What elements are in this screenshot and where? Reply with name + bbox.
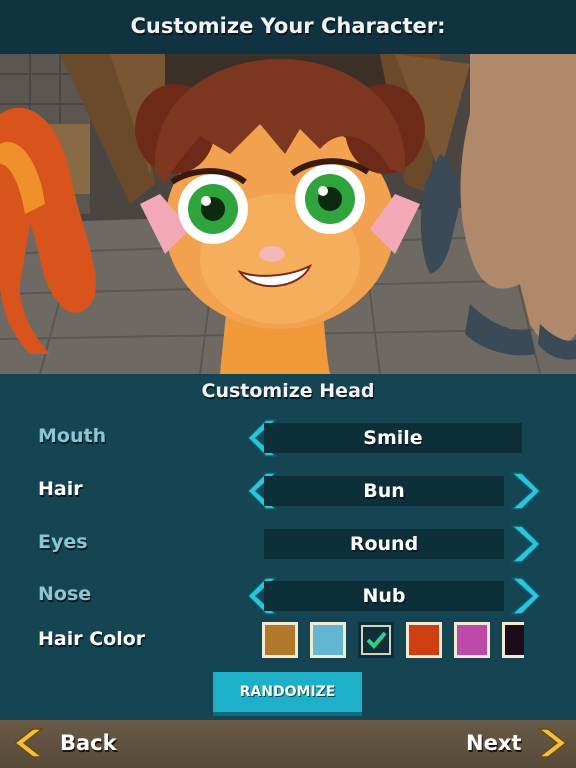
checkmark-icon [366, 631, 387, 649]
option-value-mouth: Smile [264, 423, 522, 453]
back-label: Back [60, 731, 117, 755]
hair-next-arrow-icon[interactable] [510, 471, 542, 511]
hair-color-swatch-magenta[interactable] [454, 622, 490, 658]
character-preview [0, 54, 576, 374]
section-title: Customize Head [201, 380, 375, 402]
option-label-nose: Nose [38, 583, 92, 605]
hair-color-swatch-orange[interactable] [406, 622, 442, 658]
option-label-eyes: Eyes [38, 531, 88, 553]
next-arrow-icon [537, 728, 568, 758]
hair-color-swatch-light-blue[interactable] [310, 622, 346, 658]
option-value-hair: Bun [264, 476, 504, 506]
title-bar: Customize Your Character: [0, 0, 576, 54]
randomize-button[interactable]: RANDOMIZE [213, 672, 362, 712]
hair-color-swatch-brown[interactable] [262, 622, 298, 658]
option-value-nose: Nub [264, 581, 504, 611]
next-button[interactable]: Next [466, 724, 569, 762]
hair-color-swatch-black[interactable] [502, 622, 524, 658]
back-arrow-icon [13, 728, 45, 758]
hair-color-swatch-selected[interactable] [358, 622, 394, 658]
page-title: Customize Your Character: [130, 14, 446, 38]
option-label-hair: Hair [38, 478, 83, 500]
character-preview-scene [0, 54, 576, 374]
next-label: Next [466, 731, 522, 755]
option-value-eyes: Round [264, 529, 504, 559]
eyes-next-arrow-icon[interactable] [510, 524, 542, 564]
option-label-mouth: Mouth [38, 425, 107, 447]
back-button[interactable]: Back [12, 724, 117, 762]
nose-next-arrow-icon[interactable] [510, 576, 542, 616]
option-label-hair-color: Hair Color [38, 628, 146, 650]
